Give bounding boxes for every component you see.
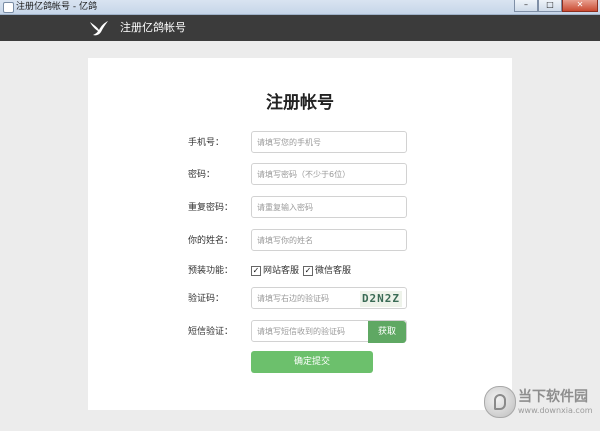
password-label: 密码： xyxy=(188,170,216,180)
phone-label: 手机号： xyxy=(188,138,225,148)
features-row: 预装功能： ✓ 网站客服 ✓ 微信客服 xyxy=(88,259,512,283)
name-row: 你的姓名： 请填写你的姓名 xyxy=(88,229,512,253)
password-input[interactable]: 请填写密码（不少于6位） xyxy=(251,163,407,185)
confirm-password-row: 重复密码： 请重复输入密码 xyxy=(88,196,512,220)
phone-row: 手机号： 请填写您的手机号 xyxy=(88,131,512,155)
submit-button[interactable]: 确定提交 xyxy=(251,351,373,373)
watermark: 当下软件园 www.downxia.com xyxy=(484,384,600,424)
wechat-service-option[interactable]: ✓ 微信客服 xyxy=(303,264,351,278)
captcha-label: 验证码： xyxy=(188,294,225,304)
confirm-password-input[interactable]: 请重复输入密码 xyxy=(251,196,407,218)
website-service-checkbox[interactable]: ✓ xyxy=(251,266,261,276)
minimize-button[interactable]: – xyxy=(514,0,538,12)
window-controls: – □ ✕ xyxy=(514,0,598,12)
window-title: 注册亿鸽帐号 - 亿鸽 xyxy=(16,2,97,12)
website-service-label: 网站客服 xyxy=(263,266,300,276)
maximize-button[interactable]: □ xyxy=(538,0,562,12)
phone-input[interactable]: 请填写您的手机号 xyxy=(251,131,407,153)
sms-placeholder: 请填写短信收到的验证码 xyxy=(257,326,345,336)
password-row: 密码： 请填写密码（不少于6位） xyxy=(88,163,512,187)
features-label: 预装功能： xyxy=(188,266,234,276)
dove-icon xyxy=(90,21,108,36)
captcha-placeholder: 请填写右边的验证码 xyxy=(257,293,329,303)
password-placeholder: 请填写密码（不少于6位） xyxy=(257,169,351,179)
name-input[interactable]: 请填写你的姓名 xyxy=(251,229,407,251)
app-icon xyxy=(3,2,14,13)
window-titlebar: 注册亿鸽帐号 - 亿鸽 – □ ✕ xyxy=(0,0,600,15)
sms-row: 短信验证： 请填写短信收到的验证码 获取 xyxy=(88,320,512,344)
captcha-image[interactable]: D2N2Z xyxy=(360,291,402,307)
get-sms-code-button[interactable]: 获取 xyxy=(368,321,406,343)
features-checkboxes: ✓ 网站客服 ✓ 微信客服 xyxy=(251,264,355,278)
phone-placeholder: 请填写您的手机号 xyxy=(257,137,321,147)
watermark-name: 当下软件园 xyxy=(518,389,588,405)
confirm-password-label: 重复密码： xyxy=(188,203,234,213)
app-header: 注册亿鸽帐号 xyxy=(0,15,600,41)
watermark-logo-icon xyxy=(484,386,516,418)
page-title: 注册帐号 xyxy=(266,93,334,113)
sms-input[interactable]: 请填写短信收到的验证码 获取 xyxy=(251,320,407,343)
watermark-url: www.downxia.com xyxy=(518,406,593,415)
captcha-input[interactable]: 请填写右边的验证码 D2N2Z xyxy=(251,287,407,309)
name-placeholder: 请填写你的姓名 xyxy=(257,235,313,245)
sms-label: 短信验证： xyxy=(188,327,234,337)
close-button[interactable]: ✕ xyxy=(562,0,598,12)
wechat-service-checkbox[interactable]: ✓ xyxy=(303,266,314,276)
header-title: 注册亿鸽帐号 xyxy=(120,21,186,34)
register-card: 注册帐号 手机号： 请填写您的手机号 密码： 请填写密码（不少于6位） 重复密码… xyxy=(88,58,512,410)
wechat-service-label: 微信客服 xyxy=(315,266,352,276)
captcha-row: 验证码： 请填写右边的验证码 D2N2Z xyxy=(88,287,512,311)
website-service-option[interactable]: ✓ 网站客服 xyxy=(251,264,299,278)
confirm-password-placeholder: 请重复输入密码 xyxy=(257,202,313,212)
name-label: 你的姓名： xyxy=(188,236,234,246)
